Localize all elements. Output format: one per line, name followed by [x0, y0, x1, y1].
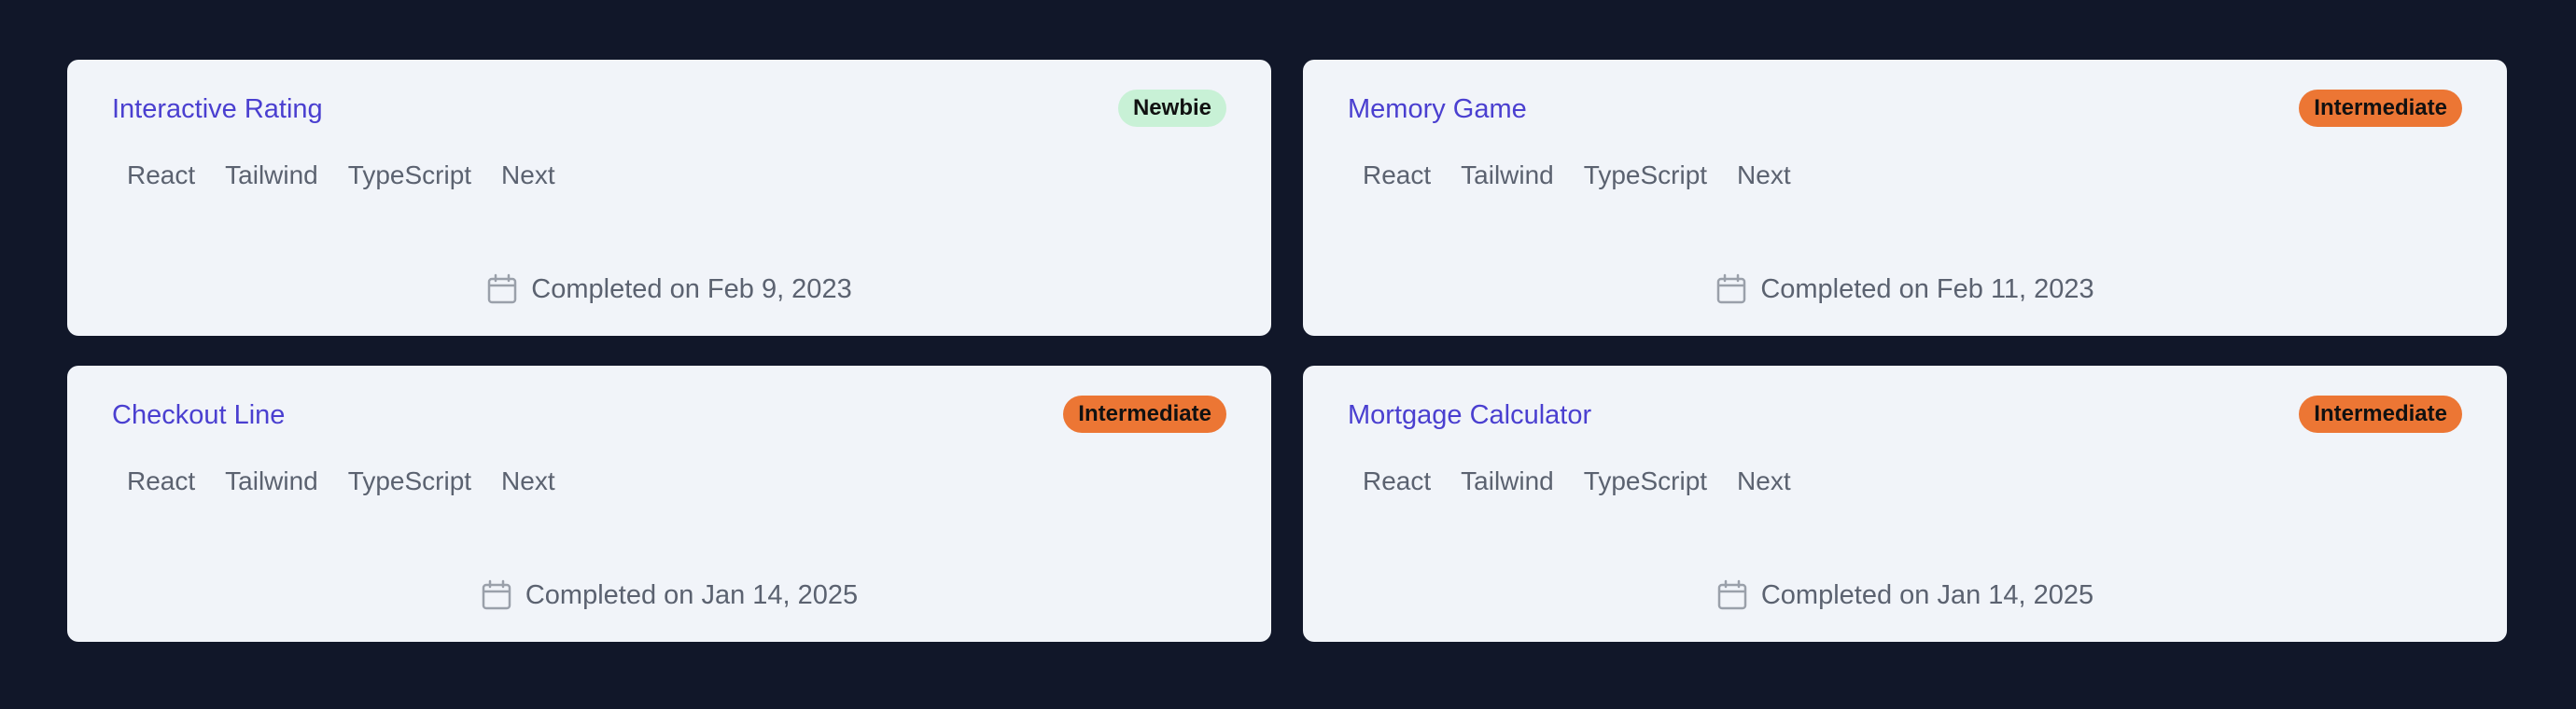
project-card[interactable]: Checkout Line Intermediate React Tailwin…	[67, 366, 1271, 642]
completion-date: Completed on Feb 11, 2023	[1303, 271, 2507, 308]
completion-date-text: Completed on Jan 14, 2025	[525, 580, 859, 610]
tech-tag[interactable]: Tailwind	[1446, 157, 1569, 194]
completion-date: Completed on Jan 14, 2025	[1303, 577, 2507, 614]
tech-tag[interactable]: Next	[486, 463, 570, 500]
completion-date: Completed on Jan 14, 2025	[67, 577, 1271, 614]
tech-tag[interactable]: React	[1348, 157, 1446, 194]
difficulty-badge: Intermediate	[2299, 396, 2462, 433]
tech-tag[interactable]: TypeScript	[1569, 463, 1722, 500]
tech-tag[interactable]: Next	[1722, 157, 1806, 194]
calendar-icon	[1715, 273, 1747, 305]
tech-tag[interactable]: Tailwind	[1446, 463, 1569, 500]
calendar-icon	[486, 273, 518, 305]
project-title[interactable]: Mortgage Calculator	[1348, 397, 1591, 433]
calendar-icon	[1716, 579, 1748, 611]
completion-date-text: Completed on Jan 14, 2025	[1760, 580, 2094, 610]
tech-tag[interactable]: Tailwind	[210, 157, 333, 194]
project-title[interactable]: Memory Game	[1348, 91, 1527, 127]
tech-tag[interactable]: React	[1348, 463, 1446, 500]
tech-tag[interactable]: Next	[486, 157, 570, 194]
project-card[interactable]: Mortgage Calculator Intermediate React T…	[1303, 366, 2507, 642]
tech-tag[interactable]: TypeScript	[1569, 157, 1722, 194]
completion-date-text: Completed on Feb 11, 2023	[1760, 274, 2094, 304]
project-title[interactable]: Interactive Rating	[112, 91, 323, 127]
completion-date: Completed on Feb 9, 2023	[67, 271, 1271, 308]
difficulty-badge: Intermediate	[2299, 90, 2462, 127]
project-card[interactable]: Memory Game Intermediate React Tailwind …	[1303, 60, 2507, 336]
calendar-icon	[481, 579, 512, 611]
project-card-grid: Interactive Rating Newbie React Tailwind…	[67, 60, 2507, 642]
tech-tag-list: React Tailwind TypeScript Next	[1348, 157, 1806, 194]
tech-tag[interactable]: React	[112, 157, 210, 194]
tech-tag-list: React Tailwind TypeScript Next	[112, 463, 570, 500]
tech-tag[interactable]: TypeScript	[333, 157, 486, 194]
tech-tag-list: React Tailwind TypeScript Next	[1348, 463, 1806, 500]
tech-tag[interactable]: Tailwind	[210, 463, 333, 500]
tech-tag[interactable]: React	[112, 463, 210, 500]
difficulty-badge: Newbie	[1117, 90, 1226, 127]
tech-tag[interactable]: Next	[1722, 463, 1806, 500]
tech-tag[interactable]: TypeScript	[333, 463, 486, 500]
completion-date-text: Completed on Feb 9, 2023	[531, 274, 852, 304]
project-title[interactable]: Checkout Line	[112, 397, 285, 433]
project-card[interactable]: Interactive Rating Newbie React Tailwind…	[67, 60, 1271, 336]
difficulty-badge: Intermediate	[1063, 396, 1226, 433]
tech-tag-list: React Tailwind TypeScript Next	[112, 157, 570, 194]
